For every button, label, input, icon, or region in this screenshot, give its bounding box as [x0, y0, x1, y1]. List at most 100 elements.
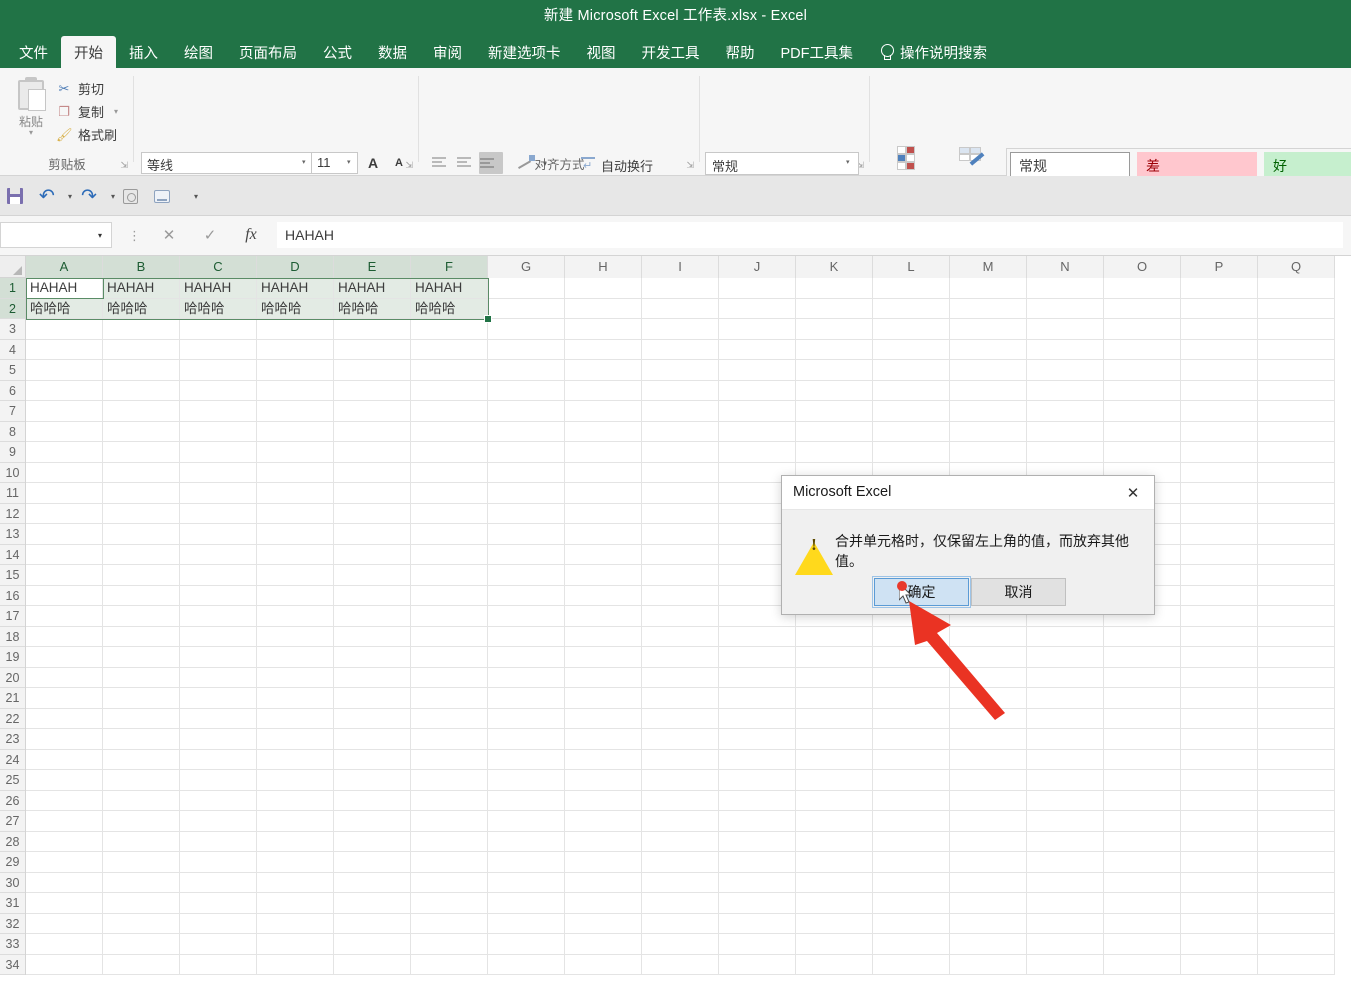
cell-H33[interactable] — [565, 934, 642, 955]
tab-review[interactable]: 审阅 — [420, 36, 475, 68]
cell-H21[interactable] — [565, 688, 642, 709]
cell-O22[interactable] — [1104, 708, 1181, 729]
cell-K20[interactable] — [796, 667, 873, 688]
cell-B3[interactable] — [103, 319, 180, 340]
cell-F20[interactable] — [411, 667, 488, 688]
cell-A9[interactable] — [26, 442, 103, 463]
cell-C23[interactable] — [180, 729, 257, 750]
cell-N6[interactable] — [1027, 380, 1104, 401]
cell-C17[interactable] — [180, 606, 257, 627]
cell-F33[interactable] — [411, 934, 488, 955]
cell-J4[interactable] — [719, 339, 796, 360]
cell-P6[interactable] — [1181, 380, 1258, 401]
cell-L2[interactable] — [873, 298, 950, 319]
cell-F27[interactable] — [411, 811, 488, 832]
cell-L18[interactable] — [873, 626, 950, 647]
row-header-20[interactable]: 20 — [0, 668, 25, 688]
font-name-input[interactable]: 等线 — [141, 152, 317, 174]
cell-L26[interactable] — [873, 790, 950, 811]
cell-K31[interactable] — [796, 893, 873, 914]
cell-P14[interactable] — [1181, 544, 1258, 565]
cell-H7[interactable] — [565, 401, 642, 422]
cell-B30[interactable] — [103, 872, 180, 893]
cell-P15[interactable] — [1181, 565, 1258, 586]
cell-I29[interactable] — [642, 852, 719, 873]
cell-B4[interactable] — [103, 339, 180, 360]
redo-button[interactable]: ↷ — [77, 184, 101, 208]
row-header-34[interactable]: 34 — [0, 955, 25, 975]
cell-P29[interactable] — [1181, 852, 1258, 873]
cell-A24[interactable] — [26, 749, 103, 770]
cell-F12[interactable] — [411, 503, 488, 524]
cell-C6[interactable] — [180, 380, 257, 401]
cell-I17[interactable] — [642, 606, 719, 627]
cell-P30[interactable] — [1181, 872, 1258, 893]
cell-Q13[interactable] — [1258, 524, 1335, 545]
cell-I21[interactable] — [642, 688, 719, 709]
cell-K6[interactable] — [796, 380, 873, 401]
cell-H25[interactable] — [565, 770, 642, 791]
row-header-11[interactable]: 11 — [0, 483, 25, 504]
cell-A4[interactable] — [26, 339, 103, 360]
row-header-33[interactable]: 33 — [0, 934, 25, 955]
cell-D7[interactable] — [257, 401, 334, 422]
cell-D21[interactable] — [257, 688, 334, 709]
cell-H19[interactable] — [565, 647, 642, 668]
cell-C14[interactable] — [180, 544, 257, 565]
row-header-28[interactable]: 28 — [0, 832, 25, 852]
tab-developer[interactable]: 开发工具 — [629, 36, 713, 68]
cell-M28[interactable] — [950, 831, 1027, 852]
cell-H23[interactable] — [565, 729, 642, 750]
cell-E10[interactable] — [334, 462, 411, 483]
cell-Q6[interactable] — [1258, 380, 1335, 401]
cell-B7[interactable] — [103, 401, 180, 422]
cell-L27[interactable] — [873, 811, 950, 832]
cell-C3[interactable] — [180, 319, 257, 340]
cell-E31[interactable] — [334, 893, 411, 914]
cell-F11[interactable] — [411, 483, 488, 504]
cell-A5[interactable] — [26, 360, 103, 381]
cell-N32[interactable] — [1027, 913, 1104, 934]
cell-Q21[interactable] — [1258, 688, 1335, 709]
cell-E3[interactable] — [334, 319, 411, 340]
cell-J31[interactable] — [719, 893, 796, 914]
cell-P12[interactable] — [1181, 503, 1258, 524]
cell-N31[interactable] — [1027, 893, 1104, 914]
cell-K21[interactable] — [796, 688, 873, 709]
tab-insert[interactable]: 插入 — [116, 36, 171, 68]
column-header-o[interactable]: O — [1104, 256, 1181, 278]
cell-A1[interactable]: HAHAH — [26, 278, 103, 299]
align-middle-button[interactable] — [456, 156, 473, 170]
cell-Q12[interactable] — [1258, 503, 1335, 524]
cell-M31[interactable] — [950, 893, 1027, 914]
cell-C30[interactable] — [180, 872, 257, 893]
cell-Q31[interactable] — [1258, 893, 1335, 914]
cell-I27[interactable] — [642, 811, 719, 832]
cell-D3[interactable] — [257, 319, 334, 340]
cell-H26[interactable] — [565, 790, 642, 811]
cell-O21[interactable] — [1104, 688, 1181, 709]
cell-F31[interactable] — [411, 893, 488, 914]
cell-K9[interactable] — [796, 442, 873, 463]
cell-B2[interactable]: 哈哈哈 — [103, 298, 180, 319]
cell-M9[interactable] — [950, 442, 1027, 463]
cell-G5[interactable] — [488, 360, 565, 381]
cell-D23[interactable] — [257, 729, 334, 750]
cell-P1[interactable] — [1181, 278, 1258, 299]
cell-H29[interactable] — [565, 852, 642, 873]
cell-D2[interactable]: 哈哈哈 — [257, 298, 334, 319]
cell-Q5[interactable] — [1258, 360, 1335, 381]
cell-L23[interactable] — [873, 729, 950, 750]
cell-N21[interactable] — [1027, 688, 1104, 709]
cell-G30[interactable] — [488, 872, 565, 893]
cell-B11[interactable] — [103, 483, 180, 504]
cell-F3[interactable] — [411, 319, 488, 340]
cell-H10[interactable] — [565, 462, 642, 483]
cell-P34[interactable] — [1181, 954, 1258, 975]
row-header-17[interactable]: 17 — [0, 606, 25, 627]
cell-N3[interactable] — [1027, 319, 1104, 340]
cell-Q4[interactable] — [1258, 339, 1335, 360]
row-header-14[interactable]: 14 — [0, 545, 25, 565]
cell-I2[interactable] — [642, 298, 719, 319]
cell-P20[interactable] — [1181, 667, 1258, 688]
